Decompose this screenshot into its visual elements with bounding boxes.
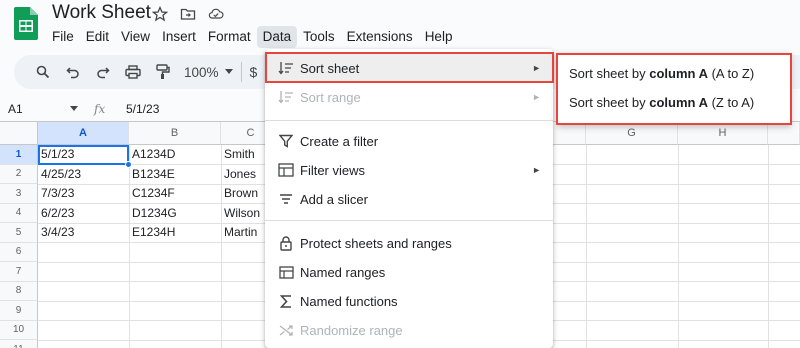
cell-b2[interactable]: B1234E	[129, 165, 221, 184]
named-ranges-icon	[276, 263, 296, 281]
document-title[interactable]: Work Sheet	[52, 2, 151, 24]
print-icon[interactable]	[118, 58, 148, 86]
named-ranges-label: Named ranges	[300, 264, 386, 280]
row-header-4[interactable]: 4	[0, 203, 38, 223]
paint-format-icon[interactable]	[148, 58, 178, 86]
cell-a2[interactable]: 4/25/23	[38, 165, 129, 184]
name-box[interactable]: A1	[0, 102, 84, 116]
slicer-icon	[276, 190, 296, 208]
sort-sheet-highlight	[265, 52, 554, 83]
cell-b5[interactable]: E1234H	[129, 223, 221, 242]
filter-views-label: Filter views	[300, 162, 366, 178]
menu-item-protect-sheets[interactable]: Protect sheets and ranges	[265, 229, 553, 257]
submenu-arrow-icon: ►	[532, 165, 541, 175]
sort-range-icon	[276, 88, 296, 106]
menu-file[interactable]: File	[46, 26, 80, 48]
menu-help[interactable]: Help	[419, 26, 459, 48]
row-header-3[interactable]: 3	[0, 184, 38, 204]
fill-handle[interactable]	[125, 161, 132, 168]
search-menus-icon[interactable]	[28, 58, 58, 86]
menu-item-create-filter[interactable]: Create a filter	[265, 127, 553, 155]
column-header-a[interactable]: A	[38, 122, 129, 145]
menu-extensions[interactable]: Extensions	[341, 26, 419, 48]
sort-range-label: Sort range	[300, 89, 361, 105]
column-header-h[interactable]: H	[678, 122, 768, 145]
row-header-1[interactable]: 1	[0, 145, 38, 165]
menu-format[interactable]: Format	[202, 26, 257, 48]
menu-data[interactable]: Data	[256, 26, 298, 48]
menu-insert[interactable]: Insert	[156, 26, 202, 48]
cell-a5[interactable]: 3/4/23	[38, 223, 129, 242]
cloud-status-icon[interactable]	[208, 6, 224, 22]
move-to-folder-icon[interactable]	[180, 6, 196, 22]
menu-view[interactable]: View	[115, 26, 156, 48]
formula-input[interactable]: 5/1/23	[126, 102, 159, 116]
cell-b4[interactable]: D1234G	[129, 204, 221, 223]
toolbar-divider	[240, 62, 242, 82]
column-header-g[interactable]: G	[586, 122, 678, 145]
randomize-label: Randomize range	[300, 322, 403, 338]
zoom-select[interactable]: 100%	[184, 65, 233, 80]
row-header-6[interactable]: 6	[0, 242, 38, 262]
fx-icon: fx	[94, 102, 106, 116]
row-header-7[interactable]: 7	[0, 262, 38, 282]
undo-icon[interactable]	[58, 58, 88, 86]
row-header-2[interactable]: 2	[0, 164, 38, 184]
submenu-arrow-icon: ►	[532, 92, 541, 102]
menu-item-randomize-range: Randomize range	[265, 316, 553, 344]
cell-c4[interactable]: Wilson	[221, 204, 265, 223]
add-slicer-label: Add a slicer	[300, 191, 368, 207]
sheets-window: Work Sheet File Edit View Insert Format …	[0, 0, 800, 348]
cell-c1[interactable]: Smith	[221, 145, 265, 164]
menu-tools[interactable]: Tools	[297, 26, 341, 48]
row-header-5[interactable]: 5	[0, 223, 38, 243]
row-header-8[interactable]: 8	[0, 281, 38, 301]
active-cell-border	[38, 145, 129, 165]
menu-item-sort-range: Sort range ►	[265, 83, 553, 111]
menu-edit[interactable]: Edit	[80, 26, 115, 48]
column-header-b[interactable]: B	[129, 122, 221, 145]
cell-a4[interactable]: 6/2/23	[38, 204, 129, 223]
menu-item-filter-views[interactable]: Filter views ►	[265, 156, 553, 184]
menu-item-named-ranges[interactable]: Named ranges	[265, 258, 553, 286]
row-header-9[interactable]: 9	[0, 301, 38, 321]
create-filter-label: Create a filter	[300, 133, 379, 149]
cell-c3[interactable]: Brown	[221, 184, 265, 203]
cell-b3[interactable]: C1234F	[129, 184, 221, 203]
shuffle-icon	[276, 321, 296, 339]
caret-down-icon	[70, 106, 78, 111]
data-menu: Sort sheet ► Sort range ► Create a filte…	[265, 49, 553, 348]
row-header-10[interactable]: 10	[0, 320, 38, 340]
row-header-11[interactable]: 11	[0, 340, 38, 348]
menu-divider	[265, 120, 553, 121]
menu-item-add-slicer[interactable]: Add a slicer	[265, 185, 553, 213]
star-icon[interactable]	[152, 6, 168, 22]
submenu-highlight	[556, 53, 792, 125]
select-all-corner[interactable]	[0, 122, 38, 145]
currency-format-button[interactable]: $	[250, 64, 258, 80]
menu-bar: File Edit View Insert Format Data Tools …	[46, 26, 458, 48]
lock-icon	[276, 234, 296, 252]
cell-a3[interactable]: 7/3/23	[38, 184, 129, 203]
column-header-f[interactable]	[553, 122, 586, 145]
menu-divider	[265, 220, 553, 221]
named-functions-label: Named functions	[300, 293, 398, 309]
filter-views-icon	[276, 161, 296, 179]
filter-icon	[276, 132, 296, 150]
caret-down-icon	[224, 69, 233, 74]
cell-c2[interactable]: Jones	[221, 165, 265, 184]
menu-item-named-functions[interactable]: Named functions	[265, 287, 553, 315]
column-header-i[interactable]	[768, 122, 800, 145]
cell-b1[interactable]: A1234D	[129, 145, 221, 164]
name-box-value: A1	[8, 102, 23, 116]
sigma-icon	[276, 292, 296, 310]
cell-c5[interactable]: Martin	[221, 223, 265, 242]
zoom-value: 100%	[184, 64, 219, 80]
protect-label: Protect sheets and ranges	[300, 235, 452, 251]
redo-icon[interactable]	[88, 58, 118, 86]
sheets-logo-icon[interactable]	[14, 7, 38, 40]
